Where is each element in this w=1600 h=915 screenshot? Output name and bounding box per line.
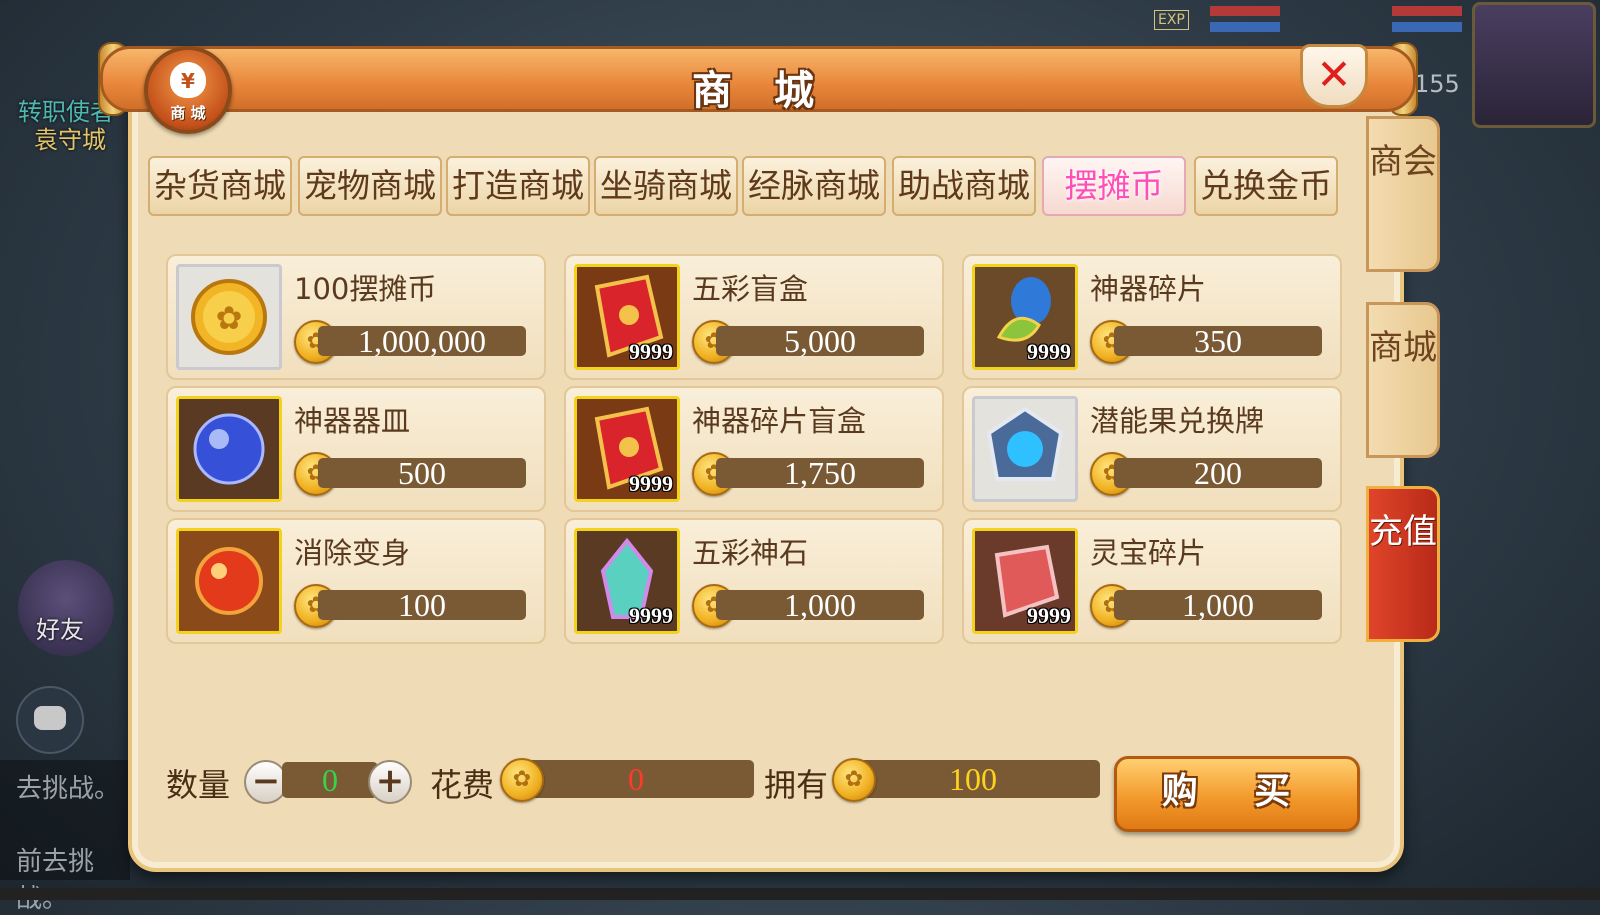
tab-stall-coin[interactable]: 摆摊币 — [1042, 156, 1186, 216]
chat-log-line: 去挑战。 — [16, 774, 121, 804]
item-card[interactable]: 9999 神器碎片盲盒 1,750 — [564, 386, 944, 512]
own-label: 拥有 — [764, 766, 829, 804]
shop-logo-icon: ¥ 商 城 — [144, 46, 232, 134]
cost-value: 0 — [518, 760, 754, 798]
owned-value: 100 — [846, 760, 1100, 798]
exp-badge: EXP — [1154, 10, 1189, 30]
svg-text:✿: ✿ — [216, 299, 243, 337]
item-quantity: 9999 — [629, 339, 673, 364]
red-scroll-box-icon: 9999 — [574, 396, 680, 502]
potential-token-icon — [972, 396, 1078, 502]
pet-mp-bar — [1210, 22, 1280, 32]
red-scroll-box-icon: 9999 — [574, 264, 680, 370]
item-card[interactable]: 潜能果兑换牌 200 — [962, 386, 1342, 512]
item-price: 200 — [1194, 455, 1242, 491]
item-price: 1,000,000 — [358, 323, 486, 359]
tab-forge[interactable]: 打造商城 — [446, 156, 590, 216]
shop-logo-label: 商 城 — [170, 104, 206, 122]
item-quantity: 9999 — [629, 471, 673, 496]
price-bar: 100 — [318, 587, 526, 623]
side-tab-recharge[interactable]: 充值 — [1366, 486, 1440, 642]
item-name: 五彩神石 — [692, 536, 809, 570]
item-card[interactable]: 消除变身 100 — [166, 518, 546, 644]
tab-mount[interactable]: 坐骑商城 — [594, 156, 738, 216]
friends-button[interactable]: 好友 — [18, 560, 114, 656]
side-tab-label: 商会 — [1369, 142, 1437, 182]
tab-pet[interactable]: 宠物商城 — [298, 156, 442, 216]
close-icon: ✕ — [1316, 50, 1352, 99]
tab-exchange-gold[interactable]: 兑换金币 — [1194, 156, 1338, 216]
item-card[interactable]: 神器器皿 500 — [166, 386, 546, 512]
price-bar: 200 — [1114, 455, 1322, 491]
pet-hp-bar — [1210, 6, 1280, 16]
coin-icon — [832, 758, 876, 802]
item-quantity: 9999 — [1027, 603, 1071, 628]
item-card[interactable]: ✿ 100摆摊币 1,000,000 — [166, 254, 546, 380]
exp-bar — [0, 888, 1600, 900]
rainbow-crystal-icon: 9999 — [574, 528, 680, 634]
item-card[interactable]: 9999 五彩神石 1,000 — [564, 518, 944, 644]
player-mp-bar — [1392, 22, 1462, 32]
item-name: 潜能果兑换牌 — [1090, 404, 1265, 438]
side-tab-label: 商城 — [1369, 328, 1437, 368]
side-tab-guild-shop[interactable]: 商会 — [1366, 116, 1440, 272]
tab-assist[interactable]: 助战商城 — [892, 156, 1036, 216]
friends-label: 好友 — [36, 616, 84, 644]
page-title: 商 城 — [692, 68, 828, 114]
item-card[interactable]: 9999 五彩盲盒 5,000 — [564, 254, 944, 380]
gold-coin-icon: ✿ — [176, 264, 282, 370]
item-name: 100摆摊币 — [294, 272, 437, 306]
buy-button-label: 购 买 — [1161, 771, 1313, 812]
chat-log: 去挑战。 前去挑战。 — [0, 760, 130, 914]
item-name: 消除变身 — [294, 536, 411, 570]
price-bar: 5,000 — [716, 323, 924, 359]
price-bar: 1,750 — [716, 455, 924, 491]
item-name: 神器器皿 — [294, 404, 411, 438]
side-tab-label: 充值 — [1369, 512, 1437, 552]
close-button[interactable]: ✕ — [1300, 44, 1368, 108]
item-price: 1,000 — [1182, 587, 1254, 623]
price-bar: 500 — [318, 455, 526, 491]
price-bar: 350 — [1114, 323, 1322, 359]
tab-general[interactable]: 杂货商城 — [148, 156, 292, 216]
player-level: 155 — [1414, 70, 1460, 98]
quantity-value: 0 — [282, 762, 378, 798]
item-price: 5,000 — [784, 323, 856, 359]
increase-quantity-button[interactable]: + — [368, 760, 412, 804]
player-hp-bar — [1392, 6, 1462, 16]
spirit-fragment-icon: 9999 — [972, 528, 1078, 634]
buy-button[interactable]: 购 买 — [1114, 756, 1360, 832]
chat-log-line: 前去挑战。 — [16, 847, 95, 914]
player-avatar[interactable] — [1472, 2, 1596, 128]
item-price: 100 — [398, 587, 446, 623]
chat-icon[interactable] — [16, 686, 84, 754]
item-card[interactable]: 9999 神器碎片 350 — [962, 254, 1342, 380]
item-name: 五彩盲盒 — [692, 272, 809, 306]
item-card[interactable]: 9999 灵宝碎片 1,000 — [962, 518, 1342, 644]
item-price: 500 — [398, 455, 446, 491]
artifact-shard-icon: 9999 — [972, 264, 1078, 370]
item-name: 神器碎片 — [1090, 272, 1207, 306]
blue-orb-icon — [176, 396, 282, 502]
item-quantity: 9999 — [1027, 339, 1071, 364]
price-bar: 1,000,000 — [318, 323, 526, 359]
side-tab-mall[interactable]: 商城 — [1366, 302, 1440, 458]
item-price: 1,000 — [784, 587, 856, 623]
item-price: 1,750 — [784, 455, 856, 491]
item-price: 350 — [1194, 323, 1242, 359]
red-orb-icon — [176, 528, 282, 634]
quantity-label: 数量 — [166, 766, 231, 804]
item-name: 神器碎片盲盒 — [692, 404, 867, 438]
price-bar: 1,000 — [716, 587, 924, 623]
item-name: 灵宝碎片 — [1090, 536, 1207, 570]
tab-meridian[interactable]: 经脉商城 — [742, 156, 886, 216]
money-bag-icon: ¥ — [170, 62, 206, 98]
item-quantity: 9999 — [629, 603, 673, 628]
price-bar: 1,000 — [1114, 587, 1322, 623]
coin-icon — [500, 758, 544, 802]
cost-label: 花费 — [430, 766, 495, 804]
city-name: 袁守城 — [34, 126, 106, 154]
